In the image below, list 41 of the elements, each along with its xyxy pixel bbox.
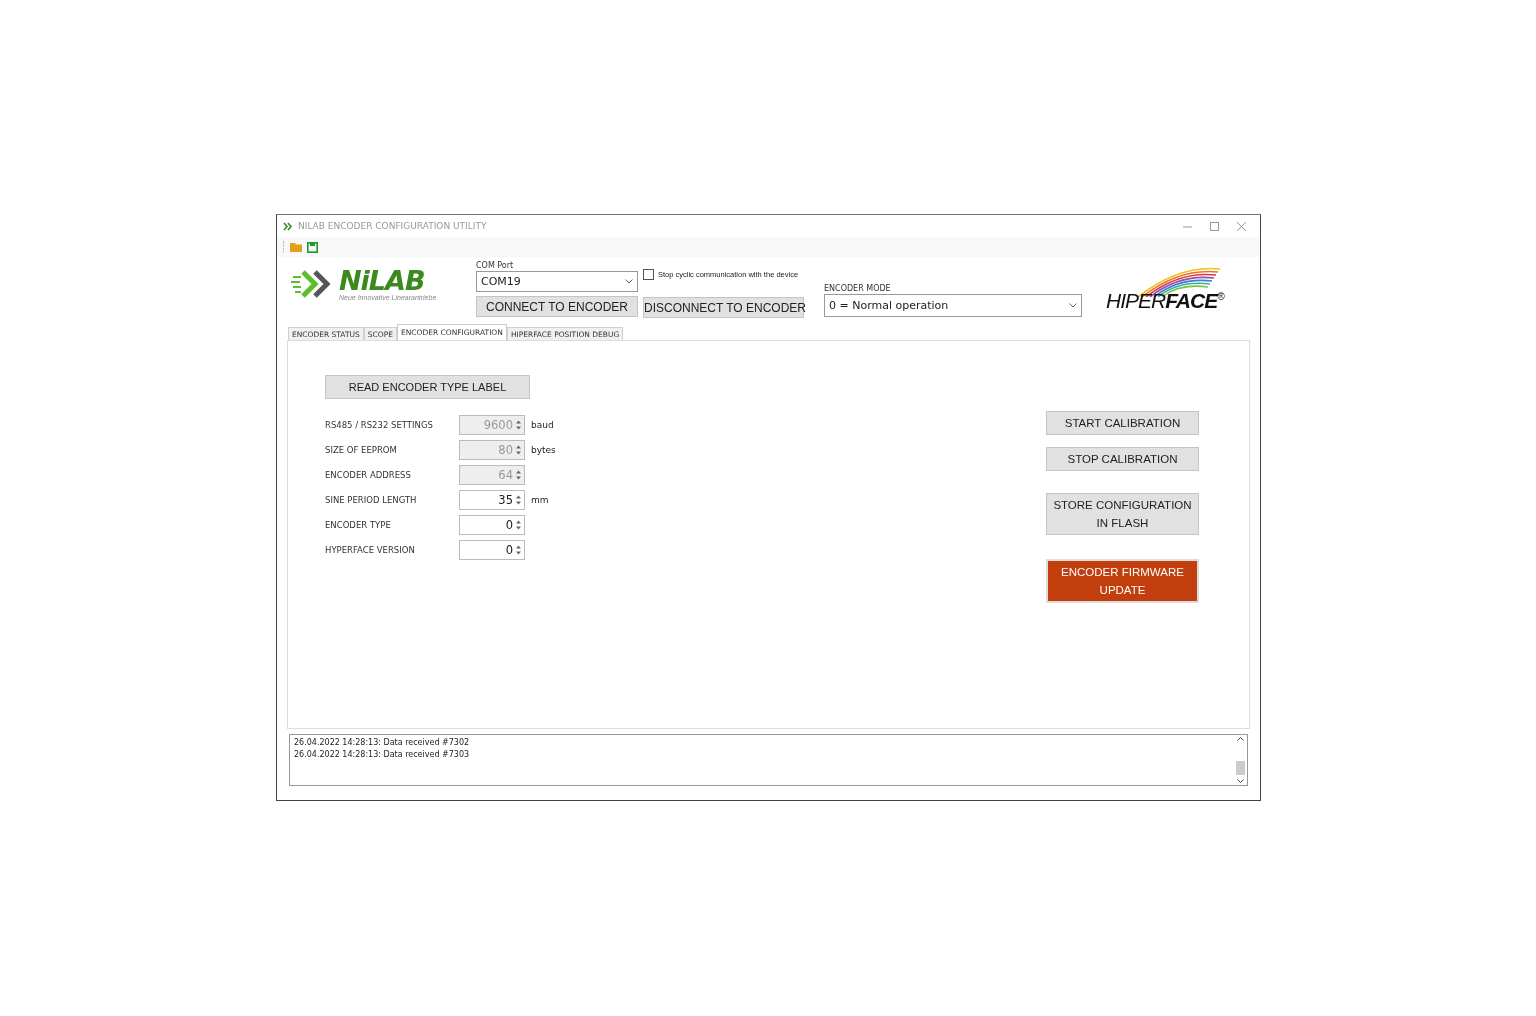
spinner-arrows-icon[interactable] <box>515 519 522 531</box>
spinner-arrows-icon[interactable] <box>515 494 522 506</box>
action-button[interactable]: START CALIBRATION <box>1046 411 1199 435</box>
action-button[interactable]: STORE CONFIGURATION IN FLASH <box>1046 493 1199 535</box>
close-icon[interactable] <box>1237 221 1246 231</box>
setting-label: SIZE OF EEPROM <box>325 445 398 455</box>
number-field[interactable]: 0 <box>459 540 525 560</box>
encoder-mode-dropdown[interactable]: 0 = Normal operation <box>824 294 1082 317</box>
read-label-button[interactable]: READ ENCODER TYPE LABEL <box>325 375 530 399</box>
scroll-up-icon[interactable] <box>1237 736 1244 741</box>
setting-label: HYPERFACE VERSION <box>325 545 416 555</box>
encoder-mode-label: ENCODER MODE <box>824 284 892 293</box>
firmware-update-button[interactable]: ENCODER FIRMWARE UPDATE <box>1046 559 1199 603</box>
setting-label: SINE PERIOD LENGTH <box>325 495 418 505</box>
chevron-down-icon <box>1069 303 1077 308</box>
action-button[interactable]: STOP CALIBRATION <box>1046 447 1199 471</box>
setting-label: ENCODER TYPE <box>325 520 392 530</box>
app-icon <box>283 220 294 232</box>
scroll-down-icon[interactable] <box>1237 779 1244 784</box>
chevron-down-icon <box>625 279 633 284</box>
unit-label: bytes <box>531 445 556 455</box>
checkbox[interactable] <box>643 268 654 280</box>
window-title: NILAB ENCODER CONFIGURATION UTILITY <box>298 221 487 231</box>
setting-label: ENCODER ADDRESS <box>325 470 412 480</box>
log-line: 26.04.2022 14:28:13: Data received #7302 <box>294 738 471 747</box>
unit-label: baud <box>531 420 554 430</box>
logo-wordmark: NiLAB <box>339 267 425 294</box>
connect-button[interactable]: CONNECT TO ENCODER <box>476 296 638 317</box>
maximize-icon[interactable] <box>1210 221 1219 231</box>
number-field[interactable]: 0 <box>459 515 525 535</box>
disconnect-button[interactable]: DISCONNECT TO ENCODER <box>643 297 804 318</box>
setting-label: RS485 / RS232 SETTINGS <box>325 420 434 430</box>
unit-label: mm <box>531 495 549 505</box>
save-icon[interactable] <box>307 241 318 253</box>
number-field[interactable]: 35 <box>459 490 525 510</box>
hiperface-logo: HIPERFACE$^{®}$ <box>1104 263 1229 313</box>
com-port-label: COM Port <box>476 261 515 270</box>
log-line: 26.04.2022 14:28:13: Data received #7303 <box>294 750 471 759</box>
com-port-dropdown[interactable]: COM19 <box>476 271 638 292</box>
spinner-arrows-icon[interactable] <box>515 544 522 556</box>
scrollbar[interactable] <box>1234 735 1247 785</box>
